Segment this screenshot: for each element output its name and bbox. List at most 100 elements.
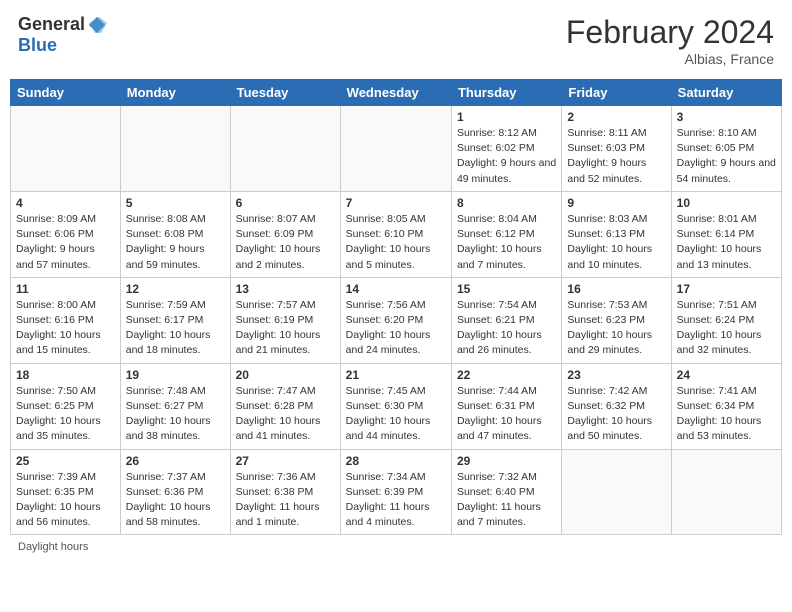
day-number: 29	[457, 454, 556, 468]
calendar-cell	[230, 106, 340, 192]
calendar-cell: 24 Sunrise: 7:41 AMSunset: 6:34 PMDayligh…	[671, 363, 781, 449]
day-number: 19	[126, 368, 225, 382]
day-info: Sunrise: 7:39 AMSunset: 6:35 PMDaylight:…	[16, 470, 115, 531]
day-info: Sunrise: 7:51 AMSunset: 6:24 PMDaylight:…	[677, 298, 776, 359]
calendar-cell: 14 Sunrise: 7:56 AMSunset: 6:20 PMDayligh…	[340, 277, 451, 363]
calendar-cell: 20 Sunrise: 7:47 AMSunset: 6:28 PMDayligh…	[230, 363, 340, 449]
day-number: 13	[236, 282, 335, 296]
day-info: Sunrise: 7:53 AMSunset: 6:23 PMDaylight:…	[567, 298, 665, 359]
day-info: Sunrise: 8:12 AMSunset: 6:02 PMDaylight:…	[457, 126, 556, 187]
calendar-cell: 27 Sunrise: 7:36 AMSunset: 6:38 PMDayligh…	[230, 449, 340, 535]
day-number: 27	[236, 454, 335, 468]
day-info: Sunrise: 8:11 AMSunset: 6:03 PMDaylight:…	[567, 126, 665, 187]
day-info: Sunrise: 7:37 AMSunset: 6:36 PMDaylight:…	[126, 470, 225, 531]
page-header: General Blue February 2024 Albias, Franc…	[10, 10, 782, 71]
day-info: Sunrise: 7:45 AMSunset: 6:30 PMDaylight:…	[346, 384, 446, 445]
day-info: Sunrise: 7:56 AMSunset: 6:20 PMDaylight:…	[346, 298, 446, 359]
week-row-1: 1 Sunrise: 8:12 AMSunset: 6:02 PMDaylight…	[11, 106, 782, 192]
calendar-cell: 5 Sunrise: 8:08 AMSunset: 6:08 PMDaylight…	[120, 191, 230, 277]
calendar-cell	[11, 106, 121, 192]
calendar-cell: 10 Sunrise: 8:01 AMSunset: 6:14 PMDayligh…	[671, 191, 781, 277]
calendar-cell: 29 Sunrise: 7:32 AMSunset: 6:40 PMDayligh…	[451, 449, 561, 535]
logo: General Blue	[18, 14, 107, 56]
calendar-cell: 25 Sunrise: 7:39 AMSunset: 6:35 PMDayligh…	[11, 449, 121, 535]
week-row-3: 11Sunrise: 8:00 AMSunset: 6:16 PMDayligh…	[11, 277, 782, 363]
day-info: Sunrise: 7:54 AMSunset: 6:21 PMDaylight:…	[457, 298, 556, 359]
footer: Daylight hours	[10, 541, 782, 553]
col-header-sunday: Sunday	[11, 80, 121, 106]
day-number: 16	[567, 282, 665, 296]
calendar-cell: 19 Sunrise: 7:48 AMSunset: 6:27 PMDayligh…	[120, 363, 230, 449]
calendar-cell: 22 Sunrise: 7:44 AMSunset: 6:31 PMDayligh…	[451, 363, 561, 449]
calendar-cell: 17 Sunrise: 7:51 AMSunset: 6:24 PMDayligh…	[671, 277, 781, 363]
day-info: Sunrise: 7:48 AMSunset: 6:27 PMDaylight:…	[126, 384, 225, 445]
day-number: 8	[457, 196, 556, 210]
day-info: Sunrise: 8:08 AMSunset: 6:08 PMDaylight:…	[126, 212, 225, 273]
calendar-cell	[340, 106, 451, 192]
day-number: 11	[16, 282, 115, 296]
day-number: 28	[346, 454, 446, 468]
col-header-thursday: Thursday	[451, 80, 561, 106]
day-number: 7	[346, 196, 446, 210]
calendar-cell: 18Sunrise: 7:50 AMSunset: 6:25 PMDayligh…	[11, 363, 121, 449]
logo-general: General	[18, 14, 85, 35]
calendar-cell: 13 Sunrise: 7:57 AMSunset: 6:19 PMDayligh…	[230, 277, 340, 363]
day-number: 20	[236, 368, 335, 382]
day-number: 4	[16, 196, 115, 210]
week-row-2: 4 Sunrise: 8:09 AMSunset: 6:06 PMDaylight…	[11, 191, 782, 277]
day-number: 6	[236, 196, 335, 210]
day-info: Sunrise: 8:01 AMSunset: 6:14 PMDaylight:…	[677, 212, 776, 273]
calendar-cell: 3Sunrise: 8:10 AMSunset: 6:05 PMDaylight…	[671, 106, 781, 192]
day-info: Sunrise: 8:07 AMSunset: 6:09 PMDaylight:…	[236, 212, 335, 273]
day-number: 15	[457, 282, 556, 296]
calendar-cell: 4 Sunrise: 8:09 AMSunset: 6:06 PMDaylight…	[11, 191, 121, 277]
day-number: 18	[16, 368, 115, 382]
day-number: 9	[567, 196, 665, 210]
col-header-monday: Monday	[120, 80, 230, 106]
day-number: 10	[677, 196, 776, 210]
day-info: Sunrise: 8:09 AMSunset: 6:06 PMDaylight:…	[16, 212, 115, 273]
day-info: Sunrise: 7:34 AMSunset: 6:39 PMDaylight:…	[346, 470, 446, 531]
calendar-header-row: SundayMondayTuesdayWednesdayThursdayFrid…	[11, 80, 782, 106]
day-number: 22	[457, 368, 556, 382]
day-info: Sunrise: 7:32 AMSunset: 6:40 PMDaylight:…	[457, 470, 556, 531]
day-number: 2	[567, 110, 665, 124]
day-number: 26	[126, 454, 225, 468]
day-info: Sunrise: 7:47 AMSunset: 6:28 PMDaylight:…	[236, 384, 335, 445]
daylight-hours-label: Daylight hours	[18, 541, 88, 553]
calendar-cell: 28 Sunrise: 7:34 AMSunset: 6:39 PMDayligh…	[340, 449, 451, 535]
col-header-wednesday: Wednesday	[340, 80, 451, 106]
day-number: 25	[16, 454, 115, 468]
week-row-5: 25 Sunrise: 7:39 AMSunset: 6:35 PMDayligh…	[11, 449, 782, 535]
location-subtitle: Albias, France	[566, 51, 774, 67]
title-block: February 2024 Albias, France	[566, 14, 774, 67]
calendar-cell: 11Sunrise: 8:00 AMSunset: 6:16 PMDayligh…	[11, 277, 121, 363]
day-number: 24	[677, 368, 776, 382]
day-info: Sunrise: 7:59 AMSunset: 6:17 PMDaylight:…	[126, 298, 225, 359]
day-number: 5	[126, 196, 225, 210]
day-info: Sunrise: 7:41 AMSunset: 6:34 PMDaylight:…	[677, 384, 776, 445]
calendar-cell: 7Sunrise: 8:05 AMSunset: 6:10 PMDaylight…	[340, 191, 451, 277]
col-header-tuesday: Tuesday	[230, 80, 340, 106]
col-header-friday: Friday	[562, 80, 671, 106]
day-number: 3	[677, 110, 776, 124]
day-number: 12	[126, 282, 225, 296]
day-number: 1	[457, 110, 556, 124]
calendar-table: SundayMondayTuesdayWednesdayThursdayFrid…	[10, 79, 782, 535]
calendar-cell: 9 Sunrise: 8:03 AMSunset: 6:13 PMDaylight…	[562, 191, 671, 277]
calendar-cell: 15 Sunrise: 7:54 AMSunset: 6:21 PMDayligh…	[451, 277, 561, 363]
calendar-cell: 8Sunrise: 8:04 AMSunset: 6:12 PMDaylight…	[451, 191, 561, 277]
calendar-cell	[562, 449, 671, 535]
month-year-title: February 2024	[566, 14, 774, 51]
day-info: Sunrise: 8:03 AMSunset: 6:13 PMDaylight:…	[567, 212, 665, 273]
day-info: Sunrise: 7:44 AMSunset: 6:31 PMDaylight:…	[457, 384, 556, 445]
week-row-4: 18Sunrise: 7:50 AMSunset: 6:25 PMDayligh…	[11, 363, 782, 449]
day-number: 14	[346, 282, 446, 296]
day-number: 17	[677, 282, 776, 296]
day-info: Sunrise: 7:57 AMSunset: 6:19 PMDaylight:…	[236, 298, 335, 359]
calendar-cell: 12 Sunrise: 7:59 AMSunset: 6:17 PMDayligh…	[120, 277, 230, 363]
col-header-saturday: Saturday	[671, 80, 781, 106]
logo-icon	[87, 15, 107, 35]
day-info: Sunrise: 7:36 AMSunset: 6:38 PMDaylight:…	[236, 470, 335, 531]
calendar-cell	[671, 449, 781, 535]
